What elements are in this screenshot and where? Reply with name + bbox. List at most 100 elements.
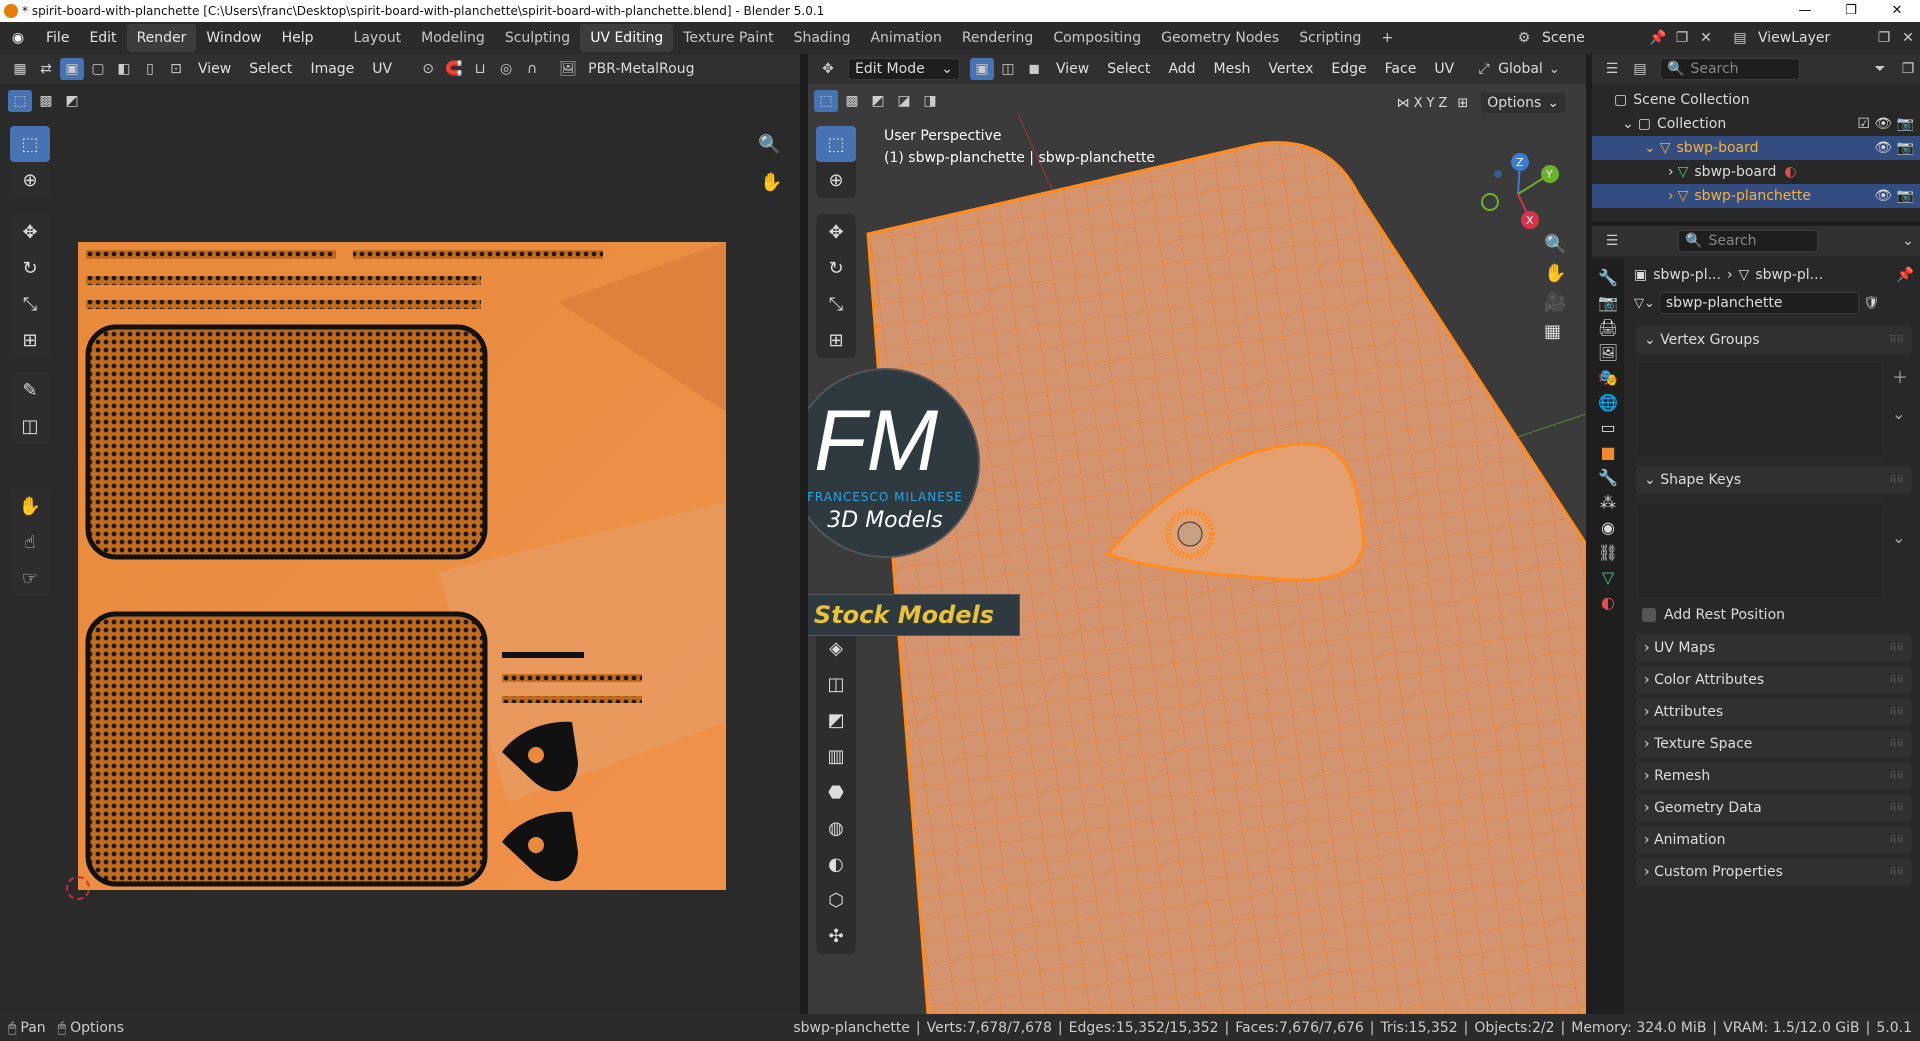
collapse-icon[interactable]: ⌄ xyxy=(1622,116,1634,132)
vp-zoom-icon[interactable]: 🔍 xyxy=(1544,234,1566,255)
vp-select-box-icon[interactable]: ⬚ xyxy=(814,90,838,112)
texture-space-panel[interactable]: › Texture Space ⠿⠿ xyxy=(1636,730,1912,758)
vp-tool-bevel[interactable]: ◩ xyxy=(816,702,856,738)
view-layer-tab-icon[interactable]: 🖼 xyxy=(1598,343,1618,362)
vertex-group-menu-button[interactable]: ⌄ xyxy=(1892,404,1920,423)
scene-icon[interactable]: ⚙ xyxy=(1512,27,1536,49)
vp-tool-poly-build[interactable]: ◍ xyxy=(816,810,856,846)
tab-texture-paint[interactable]: Texture Paint xyxy=(673,24,783,52)
delete-view-layer-icon[interactable]: ✕ xyxy=(1896,27,1920,49)
vp-tool-spin[interactable]: ◐ xyxy=(816,846,856,882)
uv-texture-image[interactable] xyxy=(78,242,726,890)
properties-options-icon[interactable]: ⌄ xyxy=(1896,230,1920,252)
expand-icon[interactable]: ⌄ xyxy=(1644,140,1656,156)
tab-layout[interactable]: Layout xyxy=(344,24,412,52)
tool-select-box[interactable]: ⬚ xyxy=(10,126,50,162)
vp-tool-smooth[interactable]: ⬡ xyxy=(816,882,856,918)
tool-move[interactable]: ✥ xyxy=(10,214,50,250)
vertex-groups-list[interactable] xyxy=(1636,362,1884,458)
image-name[interactable]: PBR-MetalRoug xyxy=(588,61,694,77)
tab-scripting[interactable]: Scripting xyxy=(1289,24,1371,52)
uv-menu-view[interactable]: View xyxy=(190,61,239,77)
tool-transform[interactable]: ⊞ xyxy=(10,322,50,358)
minimize-button[interactable]: — xyxy=(1782,0,1828,22)
collection-visibility[interactable]: ☑ 👁 📷 xyxy=(1857,116,1914,132)
vp-menu-select[interactable]: Select xyxy=(1099,61,1158,77)
new-view-layer-icon[interactable]: ❐ xyxy=(1872,27,1896,49)
menu-render[interactable]: Render xyxy=(126,24,197,52)
vp-menu-mesh[interactable]: Mesh xyxy=(1206,61,1259,77)
view-layer-icon[interactable]: ▤ xyxy=(1728,27,1752,49)
properties-search[interactable]: 🔍 Search xyxy=(1678,230,1818,252)
vp-tool-rotate[interactable]: ↻ xyxy=(816,250,856,286)
tool-rotate[interactable]: ↻ xyxy=(10,250,50,286)
vp-tool-scale[interactable]: ⤡ xyxy=(816,286,856,322)
falloff-icon[interactable]: ∩ xyxy=(520,58,544,80)
tool-grab[interactable]: ✋ xyxy=(10,488,50,524)
island-select-icon[interactable]: ▯ xyxy=(138,58,162,80)
orientation-chevron-icon[interactable]: ⌄ xyxy=(1549,62,1560,77)
filter-icon[interactable]: ⏷ xyxy=(1868,58,1892,80)
object-tab-icon[interactable]: ■ xyxy=(1600,443,1615,462)
vp-camera-icon[interactable]: 🎥 xyxy=(1544,292,1566,313)
image-browse-icon[interactable]: 🖼 xyxy=(556,58,580,80)
outliner[interactable]: ☰ ▤ 🔍 Search ⏷ ❐ ▢ Scene Collection ⌄ ▢ Col… xyxy=(1592,54,1920,222)
pivot-icon[interactable]: ⊙ xyxy=(416,58,440,80)
sticky-select-icon[interactable]: ⊡ xyxy=(164,58,188,80)
tool-rip[interactable]: ◫ xyxy=(10,408,50,444)
vp-tool-loop-cut[interactable]: ▥ xyxy=(816,738,856,774)
tab-sculpting[interactable]: Sculpting xyxy=(495,24,580,52)
auto-merge-icon[interactable]: ⊞ xyxy=(1457,96,1468,111)
uv-menu-uv[interactable]: UV xyxy=(364,61,400,77)
physics-tab-icon[interactable]: ◉ xyxy=(1601,518,1615,537)
geometry-data-panel[interactable]: › Geometry Data ⠿⠿ xyxy=(1636,794,1912,822)
tab-uv-editing[interactable]: UV Editing xyxy=(580,24,674,52)
mirror-z[interactable]: Z xyxy=(1438,96,1447,111)
add-workspace-icon[interactable]: + xyxy=(1371,24,1403,52)
fake-user-icon[interactable]: 🛡 xyxy=(1863,296,1880,311)
expand-icon[interactable]: › xyxy=(1668,164,1674,180)
blender-menu-icon[interactable]: ◉ xyxy=(6,27,30,49)
custom-properties-panel[interactable]: › Custom Properties ⠿⠿ xyxy=(1636,858,1912,886)
mode-selector[interactable]: Edit Mode ⌄ xyxy=(848,58,960,80)
edge-mode-icon[interactable]: ◫ xyxy=(996,58,1020,80)
tool-relax[interactable]: ☝ xyxy=(10,524,50,560)
options-dropdown[interactable]: Options ⌄ xyxy=(1480,92,1566,114)
scene-collection-row[interactable]: ▢ Scene Collection xyxy=(1592,88,1920,112)
tool-cursor[interactable]: ⊕ xyxy=(10,162,50,198)
vp-tool-cursor[interactable]: ⊕ xyxy=(816,162,856,198)
scene-tab-icon[interactable]: 🎭 xyxy=(1598,368,1618,387)
vp-menu-add[interactable]: Add xyxy=(1160,61,1203,77)
view-layer-field[interactable]: ViewLayer xyxy=(1752,27,1872,49)
shape-keys-panel[interactable]: ⌄ Shape Keys ⠿⠿ xyxy=(1636,466,1912,494)
viewport-mesh-render[interactable] xyxy=(808,114,1586,1014)
menu-window[interactable]: Window xyxy=(196,30,271,46)
vp-tool-transform[interactable]: ⊞ xyxy=(816,322,856,358)
mirror-x[interactable]: X xyxy=(1414,96,1423,111)
tab-shading[interactable]: Shading xyxy=(784,24,861,52)
tool-scale[interactable]: ⤡ xyxy=(10,286,50,322)
sync-selection-icon[interactable]: ⇄ xyxy=(34,58,58,80)
vp-menu-uv[interactable]: UV xyxy=(1426,61,1462,77)
vp-select-invert-icon[interactable]: ◪ xyxy=(892,90,916,112)
vp-select-extend-icon[interactable]: ▩ xyxy=(840,90,864,112)
vp-menu-face[interactable]: Face xyxy=(1377,61,1425,77)
data-tab-icon[interactable]: ▽ xyxy=(1602,568,1614,587)
material-tab-icon[interactable]: ◐ xyxy=(1601,593,1615,612)
shape-key-menu-button[interactable]: ⌄ xyxy=(1892,528,1920,547)
vp-menu-view[interactable]: View xyxy=(1048,61,1097,77)
mesh-name-field[interactable]: sbwp-planchette xyxy=(1658,292,1859,314)
uv-menu-image[interactable]: Image xyxy=(302,61,362,77)
tab-modeling[interactable]: Modeling xyxy=(411,24,495,52)
pin-icon[interactable]: 📌 xyxy=(1897,267,1914,283)
select-box-icon[interactable]: ⬚ xyxy=(8,90,32,112)
zoom-icon[interactable]: 🔍 xyxy=(758,134,780,155)
add-rest-position-checkbox[interactable] xyxy=(1642,608,1656,622)
vp-tool-shrink[interactable]: ✣ xyxy=(816,918,856,954)
world-tab-icon[interactable]: 🌐 xyxy=(1598,393,1618,412)
vp-menu-vertex[interactable]: Vertex xyxy=(1260,61,1321,77)
remesh-panel[interactable]: › Remesh ⠿⠿ xyxy=(1636,762,1912,790)
orientation-field[interactable]: Global xyxy=(1498,61,1543,77)
snap-icon[interactable]: 🧲 xyxy=(442,58,466,80)
planchette-visibility[interactable]: 👁 📷 xyxy=(1874,188,1914,204)
